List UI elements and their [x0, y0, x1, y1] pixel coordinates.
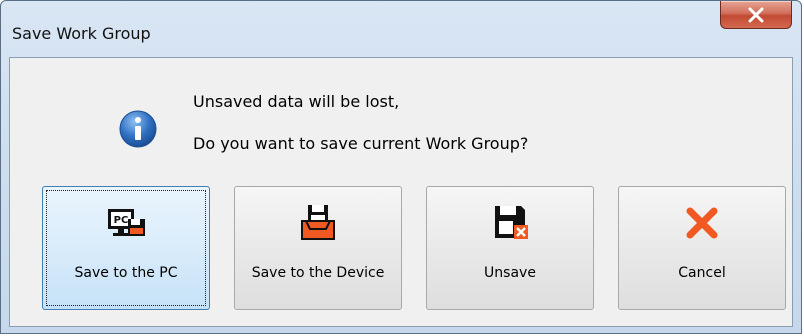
unsave-icon	[495, 206, 528, 239]
unsave-button[interactable]: Unsave	[426, 186, 594, 310]
save-to-device-label: Save to the Device	[251, 265, 385, 281]
svg-text:PC: PC	[114, 215, 129, 226]
pc-save-icon: PC	[108, 209, 145, 236]
device-save-icon	[301, 205, 335, 240]
cancel-label: Cancel	[678, 265, 726, 281]
cancel-x-icon	[686, 207, 718, 239]
close-icon	[748, 7, 764, 22]
dialog-window: Save Work Group Unsaved data will be los…	[0, 0, 802, 334]
close-button[interactable]	[720, 1, 792, 29]
save-to-pc-button[interactable]: PC Save to the PC	[42, 186, 210, 310]
message-line-1: Unsaved data will be lost,	[193, 92, 400, 111]
cancel-button[interactable]: Cancel	[618, 186, 786, 310]
info-icon	[119, 110, 157, 148]
save-to-device-button[interactable]: Save to the Device	[234, 186, 402, 310]
message-line-2: Do you want to save current Work Group?	[193, 134, 529, 153]
window-title: Save Work Group	[12, 24, 151, 43]
save-to-pc-label: Save to the PC	[74, 265, 178, 281]
unsave-label: Unsave	[484, 265, 536, 281]
dialog-body: Unsaved data will be lost, Do you want t…	[9, 57, 793, 327]
title-bar[interactable]: Save Work Group	[1, 1, 801, 61]
